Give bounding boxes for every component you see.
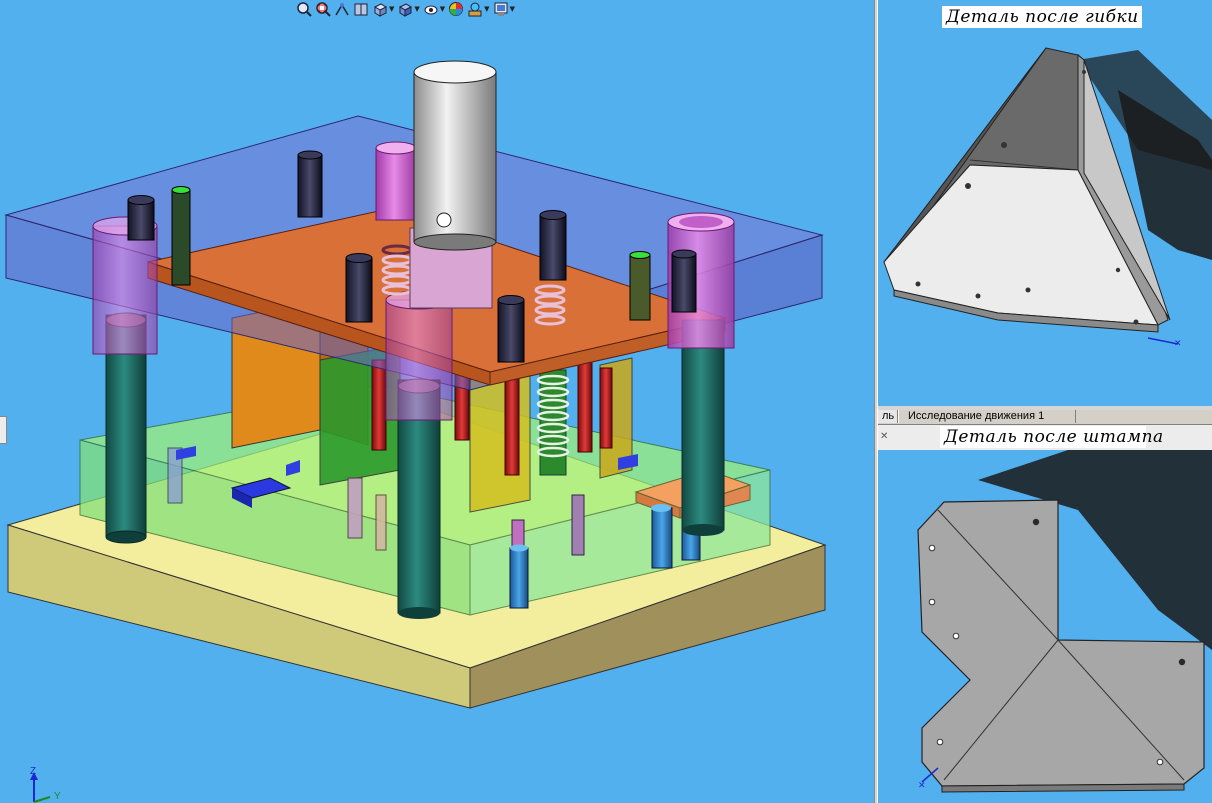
view-settings-button[interactable]: ▼ bbox=[493, 0, 515, 18]
tab-model[interactable]: ль bbox=[878, 410, 898, 423]
svg-text:✕: ✕ bbox=[918, 781, 926, 791]
hide-show-items-button[interactable]: ▼ bbox=[423, 0, 445, 18]
flat-part-caption: Деталь после штампа bbox=[940, 426, 1163, 448]
bent-part-caption: Деталь после гибки bbox=[942, 6, 1142, 28]
apply-scene-icon bbox=[468, 2, 482, 17]
zoom-to-area-button[interactable] bbox=[315, 0, 331, 18]
previous-view-icon bbox=[335, 3, 349, 16]
triad-y-label: Y bbox=[54, 791, 61, 802]
flat-part-viewport[interactable]: ✕ bbox=[878, 450, 1212, 803]
heads-up-view-toolbar: ▼ ▼ ▼ ▼ ▼ bbox=[296, 0, 515, 18]
bent-part-viewport[interactable]: ✕ bbox=[878, 0, 1212, 406]
zoom-to-area-icon bbox=[316, 2, 331, 17]
panel-collapse-tab[interactable] bbox=[0, 416, 7, 444]
view-settings-icon bbox=[494, 2, 508, 16]
main-graphics-viewport[interactable]: ▼ ▼ ▼ ▼ ▼ Z Y bbox=[0, 0, 874, 803]
section-view-button[interactable] bbox=[353, 0, 369, 18]
dropdown-arrow-icon: ▼ bbox=[389, 4, 395, 13]
guide-spring bbox=[536, 369, 570, 476]
display-style-icon bbox=[399, 3, 413, 17]
tab-motion-study[interactable]: Исследование движения 1 bbox=[898, 410, 1076, 423]
section-view-icon bbox=[354, 3, 368, 16]
flat-pattern-model: ✕ bbox=[917, 450, 1212, 793]
view-orientation-button[interactable]: ▼ bbox=[372, 0, 394, 18]
view-orientation-icon bbox=[373, 3, 388, 17]
zoom-to-fit-button[interactable] bbox=[296, 0, 312, 18]
previous-view-button[interactable] bbox=[334, 0, 350, 18]
hide-show-items-icon bbox=[424, 5, 438, 15]
dropdown-arrow-icon: ▼ bbox=[439, 4, 446, 13]
bottom-tab-bar: ль Исследование движения 1 bbox=[878, 410, 1212, 425]
dropdown-arrow-icon: ▼ bbox=[484, 4, 490, 13]
bent-part-model: ✕ bbox=[883, 47, 1212, 349]
apply-scene-button[interactable]: ▼ bbox=[467, 0, 490, 18]
die-shank bbox=[409, 60, 497, 309]
display-style-button[interactable]: ▼ bbox=[397, 0, 420, 18]
expand-icon[interactable]: ✕ bbox=[880, 431, 888, 442]
zoom-to-fit-icon bbox=[297, 2, 312, 17]
die-assembly-model bbox=[4, 60, 827, 709]
edit-appearance-icon bbox=[449, 2, 464, 16]
triad-z-label: Z bbox=[30, 766, 37, 777]
svg-text:✕: ✕ bbox=[1174, 339, 1182, 349]
edit-appearance-button[interactable] bbox=[448, 0, 464, 18]
dropdown-arrow-icon: ▼ bbox=[414, 4, 420, 13]
dropdown-arrow-icon: ▼ bbox=[509, 4, 515, 13]
